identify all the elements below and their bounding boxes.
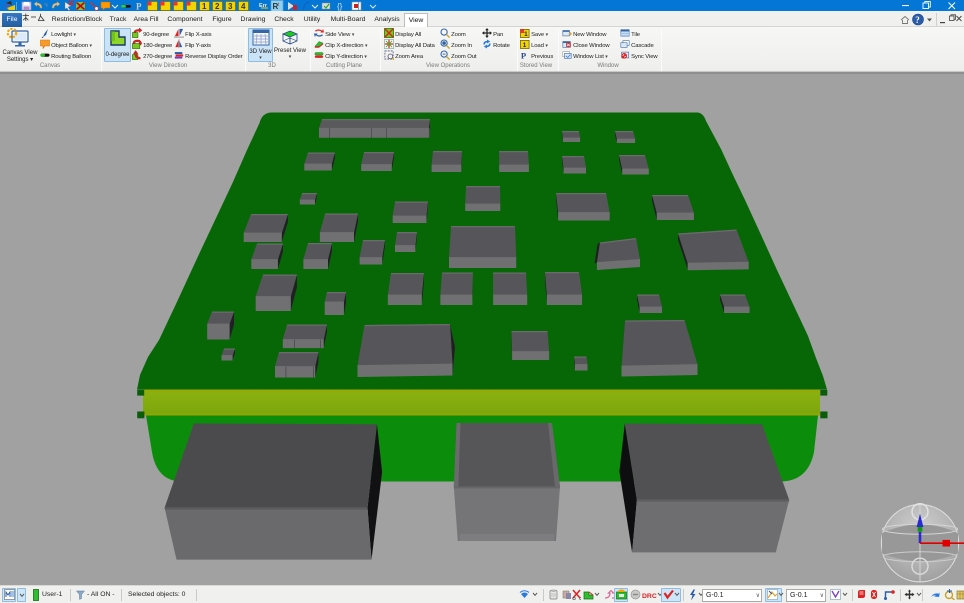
svg-text:P: P (136, 2, 142, 12)
svg-text:4: 4 (241, 2, 246, 11)
svg-text:?: ? (915, 15, 920, 25)
svg-text:3: 3 (228, 2, 233, 11)
svg-text:1: 1 (202, 2, 207, 11)
svg-text:1: 1 (524, 31, 528, 38)
svg-text:2: 2 (215, 2, 220, 11)
svg-text:1: 1 (523, 42, 527, 49)
svg-text:{}: {} (337, 2, 343, 11)
svg-text:P: P (521, 51, 527, 60)
svg-text:DRC: DRC (642, 593, 657, 600)
